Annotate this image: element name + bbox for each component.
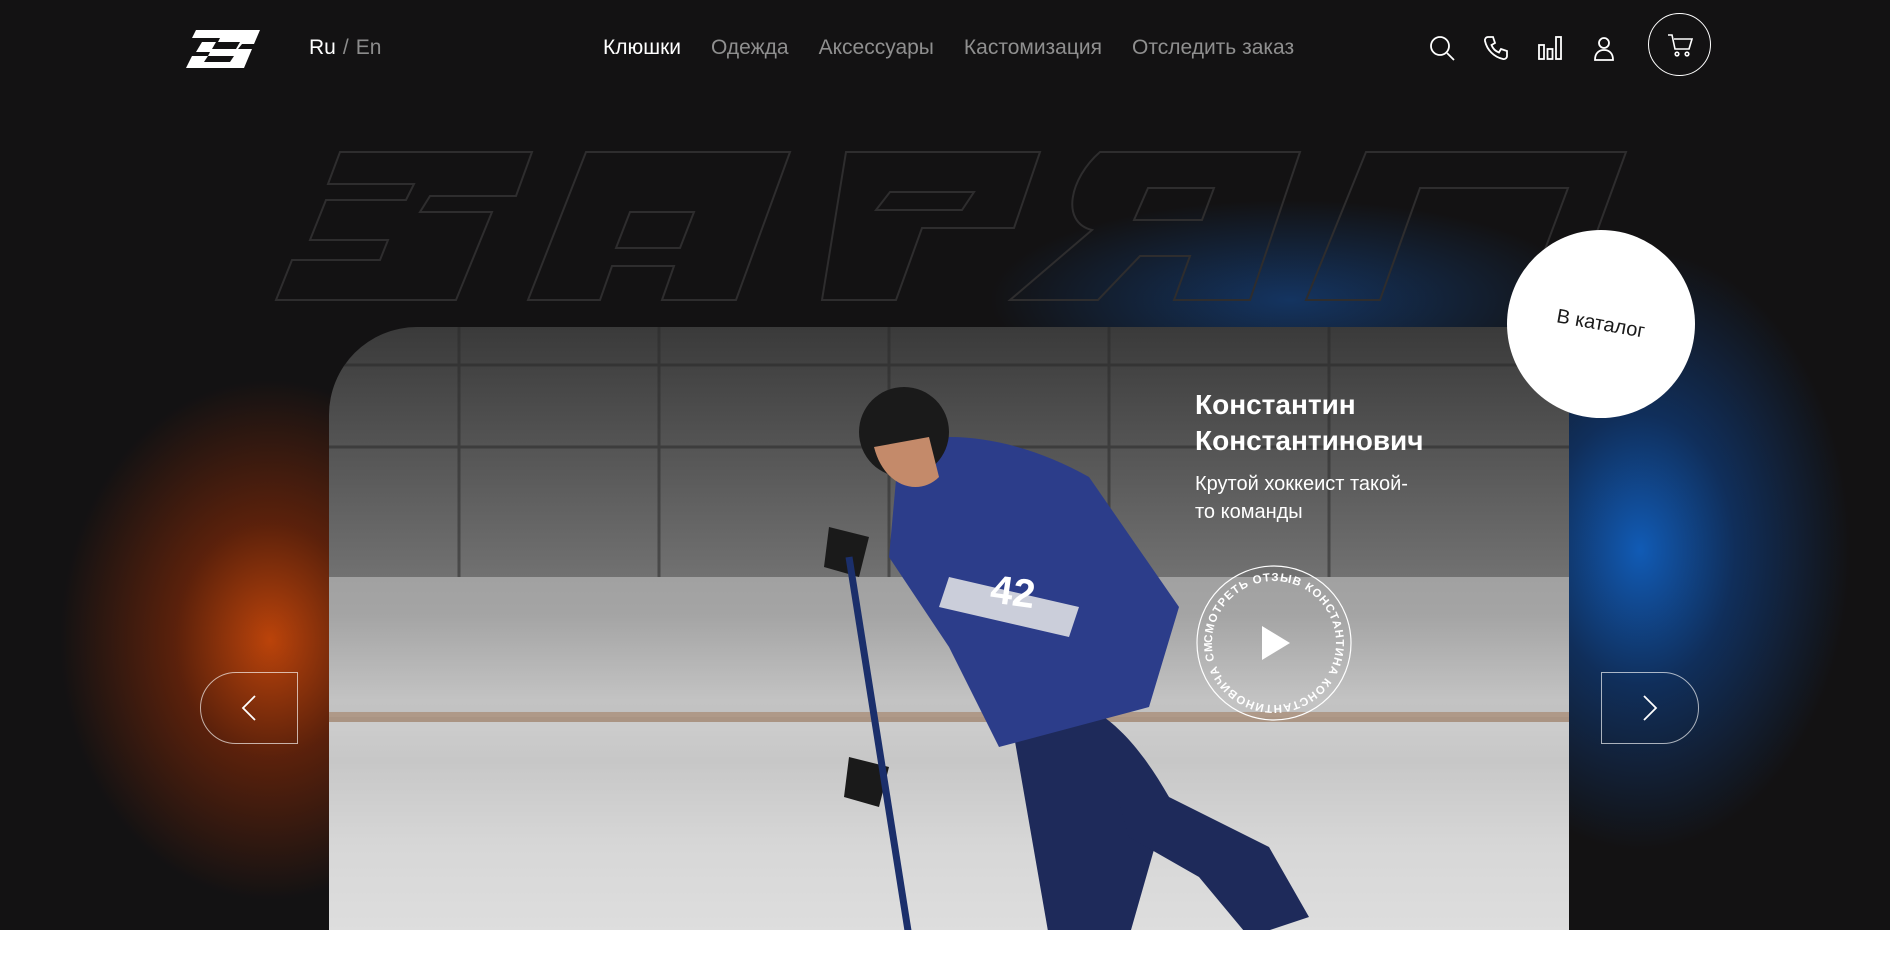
nav-item-clothing[interactable]: Одежда bbox=[711, 36, 789, 60]
slider-next-button[interactable] bbox=[1601, 672, 1699, 744]
header-icons bbox=[1428, 34, 1618, 62]
lang-separator: / bbox=[342, 36, 349, 59]
lang-ru[interactable]: Ru bbox=[309, 36, 336, 59]
player-description: Крутой хоккеист такой-то команды bbox=[1195, 473, 1408, 523]
compare-icon[interactable] bbox=[1536, 34, 1564, 62]
nav-item-customization[interactable]: Кастомизация bbox=[964, 36, 1102, 60]
nav-item-track-order[interactable]: Отследить заказ bbox=[1132, 36, 1294, 60]
language-switcher: Ru / En bbox=[309, 36, 381, 60]
player-name: Константин Константинович bbox=[1195, 389, 1424, 456]
catalog-button[interactable]: В каталог bbox=[1507, 230, 1695, 418]
jersey-number: 42 bbox=[988, 567, 1038, 617]
chevron-left-icon bbox=[241, 695, 256, 721]
nav-item-sticks[interactable]: Клюшки bbox=[603, 36, 681, 60]
nav-item-accessories[interactable]: Аксессуары bbox=[819, 36, 934, 60]
play-icon bbox=[1262, 626, 1290, 660]
chevron-right-icon bbox=[1643, 695, 1658, 721]
brand-wordmark-outline bbox=[274, 151, 1628, 301]
search-icon[interactable] bbox=[1428, 34, 1456, 62]
user-icon[interactable] bbox=[1590, 34, 1618, 62]
slider-prev-button[interactable] bbox=[200, 672, 298, 744]
phone-icon[interactable] bbox=[1482, 34, 1510, 62]
page: Ru / En Клюшки Одежда Аксессуары Кастомиза… bbox=[0, 0, 1890, 930]
brand-logo-icon[interactable] bbox=[186, 30, 260, 68]
cart-icon bbox=[1667, 33, 1693, 57]
watch-review-button[interactable]: СМОТРЕТЬ ОТЗЫВ КОНСТАНТИНА КОНСТАНТИНОВИ… bbox=[1195, 564, 1353, 722]
lang-en[interactable]: En bbox=[356, 36, 382, 59]
main-nav: Клюшки Одежда Аксессуары Кастомизация От… bbox=[603, 36, 1294, 60]
cart-button[interactable] bbox=[1648, 13, 1711, 76]
catalog-button-label: В каталог bbox=[1555, 304, 1647, 343]
